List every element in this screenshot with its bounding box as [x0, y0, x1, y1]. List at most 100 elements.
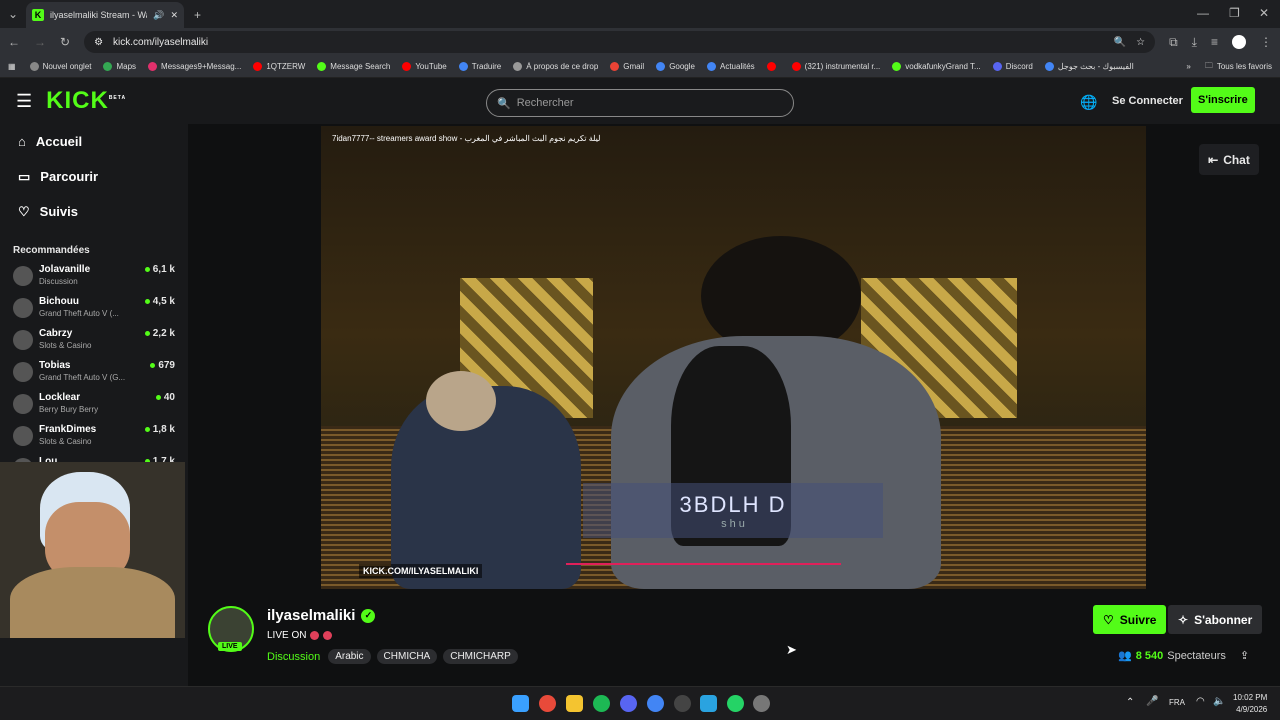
bookmark-star-icon[interactable]: ☆ — [1136, 37, 1145, 48]
bookmark-item[interactable]: Nouvel onglet — [29, 62, 91, 71]
download-icon[interactable]: ⤓ — [1192, 35, 1197, 50]
language-globe-icon[interactable]: 🌐 — [1080, 94, 1097, 111]
bookmark-item[interactable]: Actualités — [706, 62, 755, 71]
kick-logo[interactable]: KICKBETA — [46, 87, 126, 115]
start-icon[interactable] — [512, 695, 529, 712]
recommended-channel[interactable]: FrankDimes Slots & Casino 1,8 k — [0, 424, 188, 456]
sidebar-item-home[interactable]: ⌂ Accueil — [0, 124, 188, 159]
bookmark-item[interactable]: (321) instrumental r... — [791, 62, 880, 71]
obs-icon[interactable] — [674, 695, 691, 712]
recommended-channel[interactable]: Tobias Grand Theft Auto V (G... 679 — [0, 360, 188, 392]
all-bookmarks[interactable]: 🗀 Tous les favoris — [1205, 60, 1272, 74]
hamburger-menu-icon[interactable]: ☰ — [16, 91, 32, 112]
bookmark-item[interactable]: الفيسبوك - بحث جوجل — [1044, 62, 1134, 71]
viewer-count: 1,8 k — [152, 424, 175, 435]
bookmark-favicon-icon — [656, 62, 666, 71]
tab-close-icon[interactable]: ✕ — [170, 10, 178, 21]
chrome-icon[interactable] — [539, 695, 556, 712]
share-icon[interactable]: ⇪ — [1240, 649, 1249, 662]
minimize-icon[interactable]: — — [1197, 6, 1209, 20]
windows-taskbar: ⌃ 🎤 FRA ◠ 🔈 10:02 PM 4/9/2026 — [0, 686, 1280, 720]
search-input[interactable]: 🔍 Rechercher — [486, 89, 794, 117]
wifi-icon[interactable]: ◠ — [1196, 696, 1205, 707]
bookmark-favicon-icon — [992, 62, 1002, 71]
volume-icon[interactable]: 🔈 — [1213, 696, 1225, 707]
clock[interactable]: 10:02 PM 4/9/2026 — [1233, 692, 1267, 716]
back-icon[interactable]: ← — [8, 35, 20, 49]
reload-icon[interactable]: ↻ — [60, 35, 70, 49]
tag-pill[interactable]: CHMICHARP — [443, 649, 518, 664]
close-window-icon[interactable]: ✕ — [1259, 6, 1269, 20]
browser-tab[interactable]: K ilyaselmaliki Stream - Watc 🔊 ✕ — [26, 2, 184, 28]
channel-name: Cabrzy — [39, 328, 73, 339]
bookmark-item[interactable]: 1QTZERW — [253, 62, 305, 71]
menu-icon[interactable]: ⋮ — [1260, 35, 1272, 49]
channel-category: Berry Bury Berry — [39, 404, 99, 414]
audio-icon[interactable]: 🔊 — [153, 10, 164, 21]
channel-info: Jolavanille Discussion — [39, 264, 139, 287]
subscribe-button[interactable]: ✧ S'abonner — [1168, 605, 1263, 634]
recommended-channel[interactable]: Locklear Berry Bury Berry 40 — [0, 392, 188, 424]
file-explorer-icon[interactable] — [566, 695, 583, 712]
forward-icon[interactable]: → — [34, 35, 46, 49]
settings-icon[interactable] — [753, 695, 770, 712]
chat-button[interactable]: ⇤ Chat — [1199, 144, 1259, 175]
clock-date: 4/9/2026 — [1236, 705, 1268, 714]
channel-avatar — [13, 426, 33, 446]
language-indicator[interactable]: FRA — [1169, 698, 1185, 707]
bookmark-item[interactable]: Discord — [992, 62, 1033, 71]
bookmark-item[interactable] — [766, 62, 780, 71]
apps-grid-icon[interactable]: ▦ — [8, 62, 16, 71]
bookmark-item[interactable]: À propos de ce drop — [513, 62, 598, 71]
profile-avatar[interactable] — [1232, 35, 1246, 49]
new-tab-icon[interactable]: + — [194, 8, 201, 22]
bookmark-item[interactable]: vodkafunkyGrand T... — [892, 62, 981, 71]
signup-button[interactable]: S'inscrire — [1191, 87, 1255, 113]
tag-pill[interactable]: CHMICHA — [376, 649, 438, 664]
chat-button-label: Chat — [1223, 152, 1250, 167]
bookmark-item[interactable]: Messages9+Messag... — [148, 62, 241, 71]
microphone-icon[interactable]: 🎤 — [1146, 696, 1158, 707]
maximize-icon[interactable]: ❐ — [1229, 6, 1240, 20]
extensions-icon[interactable]: ⧉ — [1169, 35, 1178, 50]
reading-list-icon[interactable]: ≡ — [1211, 35, 1218, 49]
bookmark-item[interactable]: Message Search — [317, 62, 390, 71]
whatsapp-icon[interactable] — [727, 695, 744, 712]
bookmark-item[interactable]: Traduire — [458, 62, 501, 71]
channel-name[interactable]: ilyaselmaliki — [267, 607, 355, 624]
url-field[interactable]: ⚙ kick.com/ilyaselmaliki 🔍 ☆ — [84, 31, 1156, 53]
recommended-channel[interactable]: Cabrzy Slots & Casino 2,2 k — [0, 328, 188, 360]
sidebar-item-following[interactable]: ♡ Suivis — [0, 194, 188, 229]
login-button[interactable]: Se Connecter — [1112, 95, 1183, 107]
site-info-icon[interactable]: ⚙ — [94, 37, 103, 48]
recommended-channel[interactable]: Jolavanille Discussion 6,1 k — [0, 264, 188, 296]
clock-time: 10:02 PM — [1233, 693, 1268, 702]
follow-button[interactable]: ♡ Suivre — [1093, 605, 1167, 634]
discord-icon[interactable] — [620, 695, 637, 712]
channel-avatar — [13, 362, 33, 382]
bookmark-label: Discord — [1005, 62, 1033, 71]
more-bookmarks-icon[interactable]: » — [1186, 62, 1190, 71]
telegram-icon[interactable] — [700, 695, 717, 712]
zoom-icon[interactable]: 🔍 — [1114, 37, 1126, 48]
cam-shirt — [10, 567, 175, 638]
sidebar-item-browse[interactable]: ▭ Parcourir — [0, 159, 188, 194]
tag-pill[interactable]: Arabic — [328, 649, 371, 664]
bookmark-label: vodkafunkyGrand T... — [905, 62, 981, 71]
video-player[interactable]: 7idan7777-- streamers award show - ليلة … — [321, 126, 1146, 589]
spotify-icon[interactable] — [593, 695, 610, 712]
bookmark-item[interactable]: Maps — [103, 62, 136, 71]
bookmark-item[interactable]: Google — [656, 62, 695, 71]
bookmark-label: Google — [669, 62, 695, 71]
bookmark-item[interactable]: Gmail — [610, 62, 644, 71]
recommended-channel[interactable]: Bichouu Grand Theft Auto V (... 4,5 k — [0, 296, 188, 328]
channel-viewers: 679 — [150, 360, 175, 371]
channel-avatar — [13, 394, 33, 414]
tray-chevron-icon[interactable]: ⌃ — [1126, 697, 1134, 708]
tab-search-icon[interactable]: ⌄ — [8, 7, 18, 21]
bookmark-item[interactable]: YouTube — [402, 62, 447, 71]
chrome-profile-icon[interactable] — [647, 695, 664, 712]
channel-viewers: 40 — [155, 392, 175, 403]
category-link[interactable]: Discussion — [267, 651, 320, 663]
search-icon: 🔍 — [497, 97, 511, 110]
